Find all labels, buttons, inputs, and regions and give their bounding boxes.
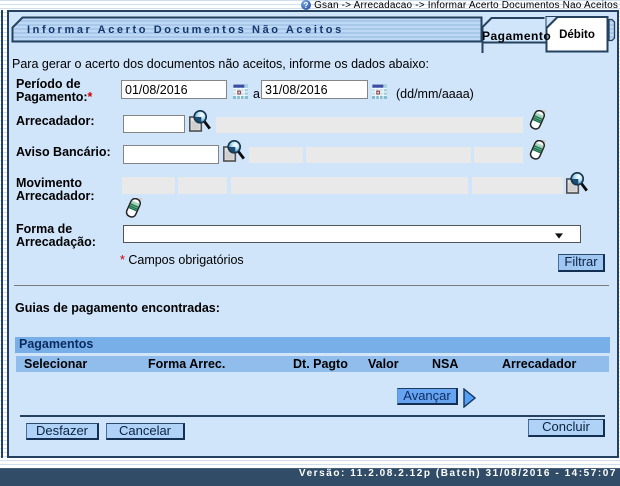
svg-text:?: ? — [304, 1, 309, 10]
